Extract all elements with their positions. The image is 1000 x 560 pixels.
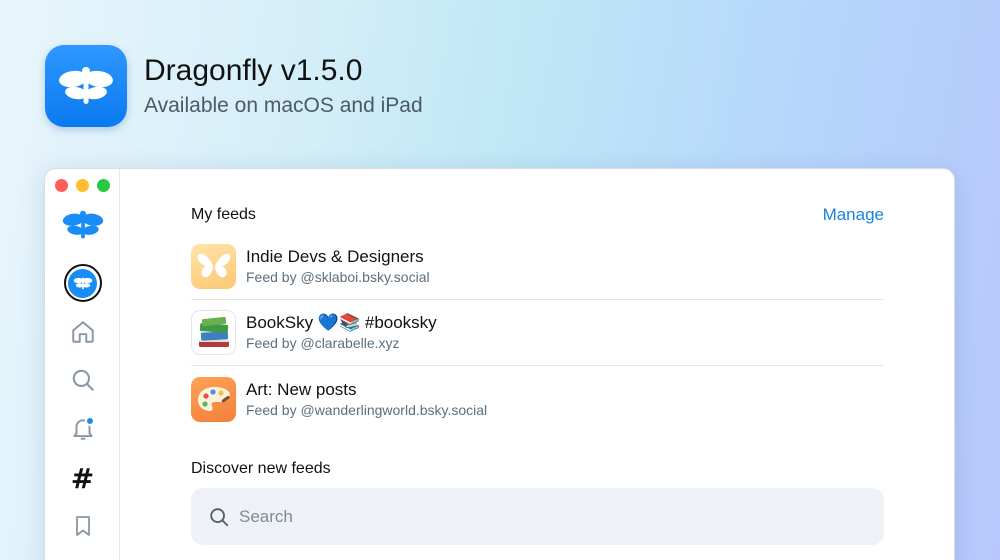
search-input[interactable]: Search [191,488,884,545]
feed-author: Feed by @sklaboi.bsky.social [246,269,430,285]
feed-item[interactable]: Art: New posts Feed by @wanderlingworld.… [191,366,884,432]
app-icon [45,45,127,127]
feed-author: Feed by @wanderlingworld.bsky.social [246,401,488,418]
app-subtitle: Available on macOS and iPad [144,94,423,117]
feed-item[interactable]: BookSky 💙📚 #booksky Feed by @clarabelle.… [191,300,884,366]
app-title: Dragonfly v1.5.0 [144,54,363,87]
books-icon [198,316,229,347]
avatar [63,264,102,302]
discover-heading: Discover new feeds [191,460,331,477]
sidebar-item-home[interactable] [45,312,120,352]
dragonfly-icon [62,210,103,239]
my-feeds-heading: My feeds [191,206,256,223]
app-window: # My feeds Manage Indie Devs & Designers [44,168,955,560]
feed-avatar [191,244,236,289]
palette-icon [197,387,230,411]
feed-avatar [191,376,236,422]
dragonfly-icon [59,67,113,104]
search-placeholder: Search [239,506,293,526]
feed-title: Art: New posts [246,379,357,399]
sidebar: # [45,169,120,560]
home-icon [71,321,94,343]
notification-badge [85,416,95,426]
sidebar-item-search[interactable] [45,360,120,400]
feed-author: Feed by @clarabelle.xyz [246,335,400,351]
bookmark-icon [75,516,90,536]
main-content: My feeds Manage Indie Devs & Designers F… [191,169,884,560]
search-icon [72,369,94,391]
sidebar-logo [45,205,120,245]
hash-icon: # [70,461,95,495]
sidebar-item-feeds[interactable]: # [45,458,120,498]
dragonfly-icon [73,277,92,290]
sidebar-item-notifications[interactable] [45,409,120,449]
feed-avatar [191,310,236,355]
manage-link[interactable]: Manage [823,205,884,225]
sidebar-item-profile[interactable] [45,263,120,303]
butterfly-icon [197,253,230,277]
sidebar-item-saved[interactable] [45,506,120,546]
feed-title: Indie Devs & Designers [246,247,424,266]
feed-item[interactable]: Indie Devs & Designers Feed by @sklaboi.… [191,234,884,300]
search-icon [210,507,229,526]
feed-title: BookSky 💙📚 #booksky [246,313,437,332]
